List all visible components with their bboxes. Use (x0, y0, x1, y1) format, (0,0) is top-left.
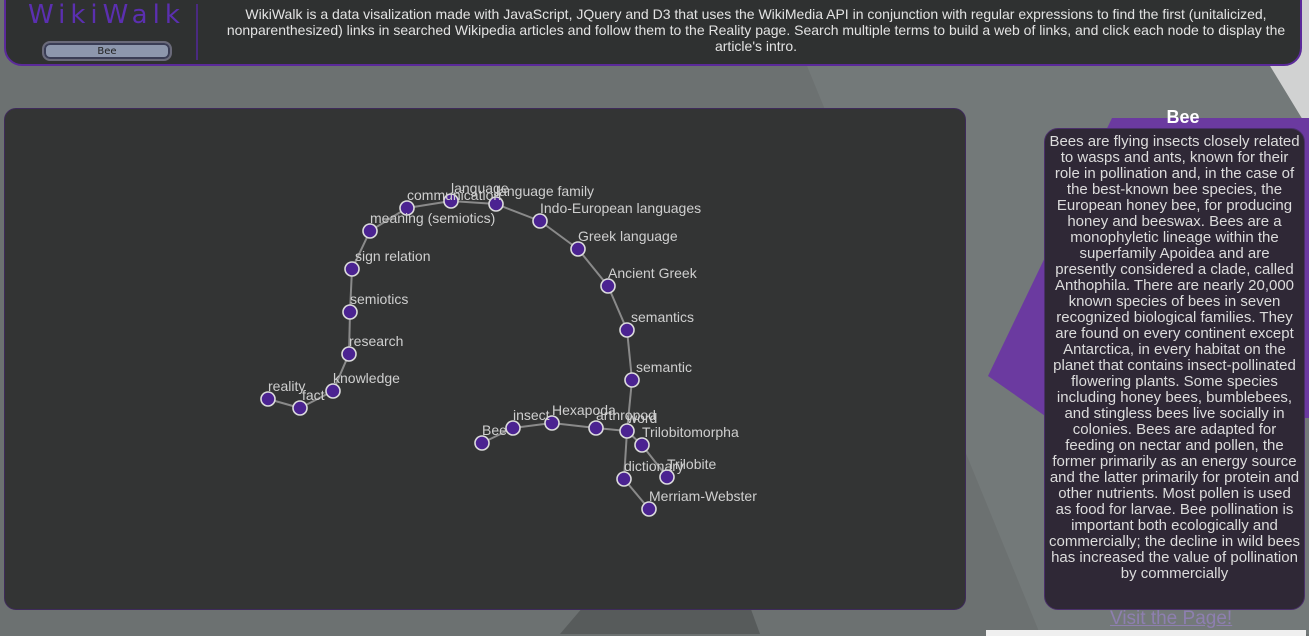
graph-node-label-hexapoda: Hexapoda (552, 402, 616, 418)
graph-node-semantics[interactable] (619, 322, 635, 338)
article-intro-text: Bees are flying insects closely related … (1049, 133, 1300, 582)
graph-node-label-research: research (349, 333, 403, 349)
graph-node-label-insect: insect (513, 407, 550, 423)
header-divider (196, 4, 198, 60)
graph-node-greek-language[interactable] (570, 241, 586, 257)
graph-node-knowledge[interactable] (325, 383, 341, 399)
graph-node-label-bee: Bee (482, 422, 507, 438)
labels-layer: realityfact knowledge research semiotics sig… (268, 180, 757, 504)
graph-node-label-merriam-webster: Merriam-Webster (649, 488, 757, 504)
graph-node-meaning-semiotics[interactable] (362, 223, 378, 239)
graph-node-label-sign-relation: sign relation (355, 248, 431, 264)
graph-node-merriam-webster[interactable] (641, 501, 657, 517)
graph-node-insect[interactable] (505, 420, 521, 436)
graph-node-ancient-greek[interactable] (600, 278, 616, 294)
graph-node-reality[interactable] (260, 391, 276, 407)
app-description: WikiWalk is a data visalization made wit… (226, 6, 1286, 54)
visit-page-link[interactable]: Visit the Page! (1110, 608, 1260, 630)
graph-node-label-language-family: language family (496, 183, 594, 199)
graph-node-trilobitomorpha[interactable] (634, 437, 650, 453)
graph-node-dictionary[interactable] (616, 471, 632, 487)
graph-node-label-semantics: semantics (631, 309, 694, 325)
graph-node-label-meaning-semiotics: meaning (semiotics) (370, 210, 495, 226)
graph-node-label-indo-european-languages: Indo-European languages (540, 200, 701, 216)
graph-node-label-reality: reality (268, 378, 305, 394)
link-graph: realityfact knowledge research semiotics sig… (260, 180, 757, 517)
search-input[interactable] (42, 41, 172, 61)
bottom-strip (986, 630, 1306, 636)
graph-node-label-semiotics: semiotics (350, 291, 408, 307)
article-intro-panel[interactable]: Bees are flying insects closely related … (1044, 128, 1305, 610)
graph-node-fact[interactable] (292, 400, 308, 416)
header-bar: WikiWalk WikiWalk is a data visalization… (4, 0, 1302, 66)
article-title: Bee (1166, 107, 1200, 127)
graph-node-sign-relation[interactable] (344, 261, 360, 277)
links-layer (267, 200, 668, 510)
graph-node-label-trilobitomorpha: Trilobitomorpha (642, 424, 739, 440)
graph-node-label-fact: fact (302, 387, 325, 403)
graph-node-label-dictionary: dictionary (624, 458, 684, 474)
graph-node-semantic[interactable] (624, 372, 640, 388)
graph-node-semiotics[interactable] (342, 304, 358, 320)
graph-node-research[interactable] (341, 346, 357, 362)
wikiwalk-logo: WikiWalk (28, 0, 185, 30)
graph-node-label-knowledge: knowledge (333, 370, 400, 386)
graph-node-label-semantic: semantic (636, 359, 692, 375)
graph-node-label-greek-language: Greek language (578, 228, 678, 244)
graph-panel: reality fact knowledge research semiotics sig… (4, 108, 966, 610)
graph-node-indo-european-languages[interactable] (532, 213, 548, 229)
graph-node-word[interactable] (619, 423, 635, 439)
graph-node-label-ancient-greek: Ancient Greek (608, 265, 698, 281)
graph-node-bee[interactable] (474, 435, 490, 451)
graph-node-arthropod[interactable] (588, 420, 604, 436)
